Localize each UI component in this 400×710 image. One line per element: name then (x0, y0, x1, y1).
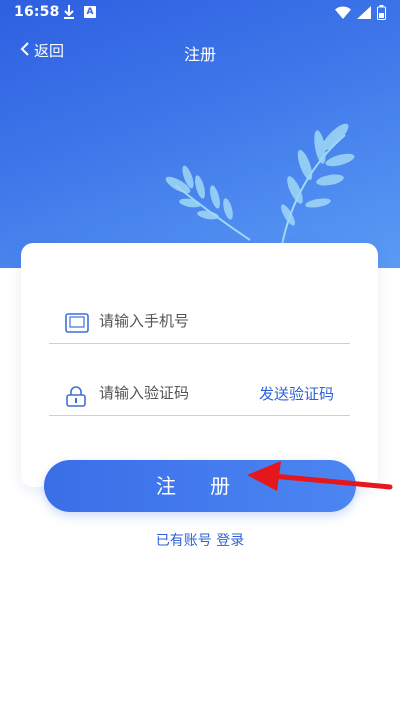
app-notification-icon: A (84, 6, 96, 18)
send-code-button[interactable]: 发送验证码 (259, 383, 334, 404)
wifi-icon (335, 6, 351, 23)
red-arrow-annotation (247, 461, 393, 491)
register-card: 发送验证码 (21, 243, 378, 487)
phone-icon (65, 313, 89, 337)
page-title: 注册 (183, 45, 216, 64)
nav-bar: 返回 注册 (0, 34, 400, 70)
lock-icon (65, 385, 87, 411)
code-input[interactable] (99, 381, 249, 405)
battery-icon (377, 5, 386, 24)
status-icons (335, 5, 386, 24)
status-time: 16:58 (14, 4, 60, 20)
signal-icon (357, 6, 371, 23)
phone-field (49, 299, 350, 344)
code-field: 发送验证码 (49, 371, 350, 416)
status-bar: 16:58 A (0, 0, 400, 26)
download-icon (62, 4, 76, 24)
login-prompt-text: 已有账号 (155, 533, 212, 549)
leaves-illustration (165, 123, 355, 246)
login-prompt: 已有账号 登录 (0, 530, 400, 550)
hero-banner: 16:58 A 返回 注册 (0, 0, 400, 268)
login-link[interactable]: 登录 (216, 533, 244, 549)
phone-input[interactable] (99, 309, 339, 333)
